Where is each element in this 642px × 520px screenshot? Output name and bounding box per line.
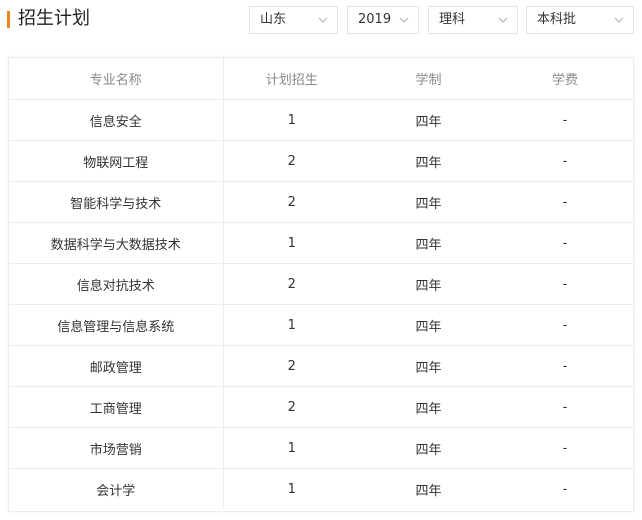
table-row: 数据科学与大数据技术 1 四年 -	[9, 222, 633, 264]
column-header-tuition: 学费	[497, 58, 633, 100]
province-select-value: 山东	[260, 12, 287, 27]
year-select[interactable]: 2019	[347, 6, 419, 34]
cell-major: 邮政管理	[9, 345, 224, 387]
batch-select[interactable]: 本科批	[526, 6, 634, 34]
cell-plan-count: 1	[223, 222, 360, 264]
table-row: 物联网工程 2 四年 -	[9, 140, 633, 182]
province-select[interactable]: 山东	[249, 6, 338, 34]
year-select-value: 2019	[358, 12, 392, 27]
category-select-value: 理科	[439, 12, 466, 27]
cell-plan-count: 1	[223, 427, 360, 469]
table-row: 信息安全 1 四年 -	[9, 99, 633, 141]
cell-major: 工商管理	[9, 386, 224, 428]
cell-tuition: -	[497, 386, 633, 428]
cell-plan-count: 2	[223, 386, 360, 428]
table-row: 信息对抗技术 2 四年 -	[9, 263, 633, 305]
cell-plan-count: 2	[223, 345, 360, 387]
cell-duration: 四年	[360, 140, 497, 182]
table-row: 工商管理 2 四年 -	[9, 386, 633, 428]
cell-tuition: -	[562, 481, 568, 497]
cell-plan-count: 2	[223, 263, 360, 305]
cell-duration: 四年	[360, 263, 497, 305]
cell-tuition: -	[497, 181, 633, 223]
batch-select-value: 本科批	[537, 12, 577, 27]
table-row: 市场营销 1 四年 -	[9, 427, 633, 469]
category-select[interactable]: 理科	[428, 6, 518, 34]
table-row: 邮政管理 2 四年 -	[9, 345, 633, 387]
cell-tuition: -	[497, 222, 633, 264]
cell-major: 会计学	[9, 468, 224, 509]
cell-duration: 四年	[360, 99, 497, 141]
chevron-down-icon	[399, 17, 409, 23]
cell-major: 信息对抗技术	[9, 263, 224, 305]
chevron-down-icon	[318, 17, 328, 23]
table-header-row: 专业名称 计划招生 学制 学费	[9, 58, 633, 100]
title-accent-bar	[7, 11, 10, 28]
cell-tuition: -	[497, 263, 633, 305]
cell-major: 信息管理与信息系统	[9, 304, 224, 346]
cell-plan-count: 2	[223, 181, 360, 223]
column-header-major: 专业名称	[9, 58, 224, 100]
cell-major: 信息安全	[9, 99, 224, 141]
enrollment-plan-table: 专业名称 计划招生 学制 学费 信息安全 1 四年 - 物联网工程 2 四年 -…	[8, 57, 634, 512]
cell-plan-count: 1	[223, 99, 360, 141]
cell-tuition: -	[497, 99, 633, 141]
cell-plan-count: 1	[287, 481, 296, 497]
cell-duration: 四年	[415, 483, 442, 499]
cell-tuition: -	[497, 140, 633, 182]
table-row: 智能科学与技术 2 四年 -	[9, 181, 633, 223]
column-header-plan-count: 计划招生	[223, 58, 360, 100]
cell-plan-count: 1	[223, 304, 360, 346]
cell-duration: 四年	[360, 222, 497, 264]
cell-major: 市场营销	[9, 427, 224, 469]
chevron-down-icon	[614, 17, 624, 23]
table-row: 会计学 1 四年 -	[9, 468, 633, 509]
cell-duration: 四年	[360, 345, 497, 387]
cell-major: 智能科学与技术	[9, 181, 224, 223]
cell-duration: 四年	[360, 181, 497, 223]
cell-duration: 四年	[360, 386, 497, 428]
cell-tuition: -	[497, 427, 633, 469]
page-title: 招生计划	[18, 8, 90, 29]
cell-major: 数据科学与大数据技术	[9, 222, 224, 264]
cell-tuition: -	[497, 345, 633, 387]
table-row: 信息管理与信息系统 1 四年 -	[9, 304, 633, 346]
chevron-down-icon	[498, 17, 508, 23]
cell-duration: 四年	[360, 427, 497, 469]
column-header-duration: 学制	[360, 58, 497, 100]
cell-tuition: -	[497, 304, 633, 346]
cell-major: 物联网工程	[9, 140, 224, 182]
cell-duration: 四年	[360, 304, 497, 346]
cell-plan-count: 2	[223, 140, 360, 182]
